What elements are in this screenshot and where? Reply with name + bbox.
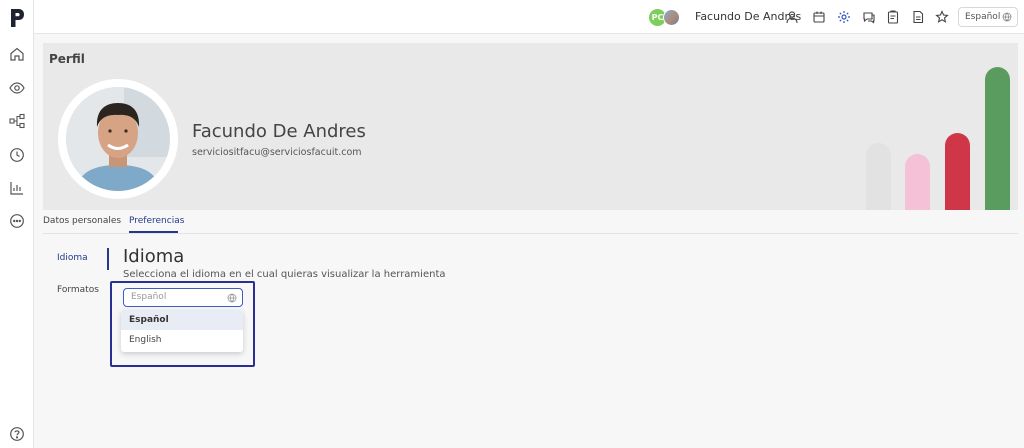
idioma-dropdown: Español English	[121, 310, 243, 352]
subnav-formatos[interactable]: Formatos	[57, 285, 99, 295]
option-espanol[interactable]: Español	[121, 310, 243, 330]
profile-avatar[interactable]	[58, 79, 178, 199]
globe-icon	[227, 293, 237, 303]
document-icon[interactable]	[911, 10, 925, 24]
home-icon[interactable]	[9, 46, 25, 62]
idioma-select-placeholder: Español	[131, 292, 167, 302]
profile-photo	[66, 87, 170, 191]
decor-bar-gray	[866, 143, 891, 210]
section-title: Idioma	[123, 246, 185, 267]
section-description: Selecciona el idioma en el cual quieras …	[123, 269, 446, 280]
subnav-idioma[interactable]: Idioma	[57, 253, 88, 263]
decor-bar-pink	[905, 154, 930, 210]
decor-bar-green	[985, 67, 1010, 210]
tab-preferencias[interactable]: Preferencias	[129, 216, 184, 226]
profile-photo-image	[66, 87, 170, 191]
clock-icon[interactable]	[9, 147, 25, 163]
hierarchy-icon[interactable]	[9, 113, 25, 129]
chart-icon[interactable]	[9, 180, 25, 196]
chat-icon[interactable]	[862, 10, 876, 24]
settings-icon[interactable]	[837, 10, 851, 24]
globe-icon	[1002, 12, 1012, 22]
profile-email: serviciositfacu@serviciosfacuit.com	[192, 147, 362, 158]
language-select[interactable]: Español	[958, 7, 1018, 27]
profile-banner: Perfil Facundo De Andres serviciositfacu…	[43, 43, 1018, 210]
page-title: Perfil	[49, 52, 85, 66]
app-logo[interactable]	[9, 8, 25, 28]
tab-datos-personales[interactable]: Datos personales	[43, 216, 121, 226]
help-icon[interactable]	[9, 426, 25, 442]
subnav-active-indicator	[107, 248, 109, 270]
clipboard-icon[interactable]	[886, 10, 900, 24]
chat-dots-icon[interactable]	[9, 213, 25, 229]
active-tab-indicator	[129, 231, 178, 233]
profile-tabs: Datos personales Preferencias	[43, 210, 1018, 234]
user-icon[interactable]	[785, 10, 799, 24]
eye-icon[interactable]	[9, 80, 25, 96]
top-bar: PC Facundo De Andres Español	[34, 0, 1024, 34]
calendar-icon[interactable]	[812, 10, 826, 24]
sidebar	[0, 0, 34, 448]
language-select-value: Español	[965, 12, 1001, 22]
decor-bar-red	[945, 133, 970, 210]
option-english[interactable]: English	[121, 330, 243, 350]
idioma-select[interactable]: Español	[123, 288, 243, 307]
user-photo-avatar[interactable]	[663, 9, 680, 26]
profile-name: Facundo De Andres	[192, 121, 366, 142]
star-icon[interactable]	[935, 10, 949, 24]
